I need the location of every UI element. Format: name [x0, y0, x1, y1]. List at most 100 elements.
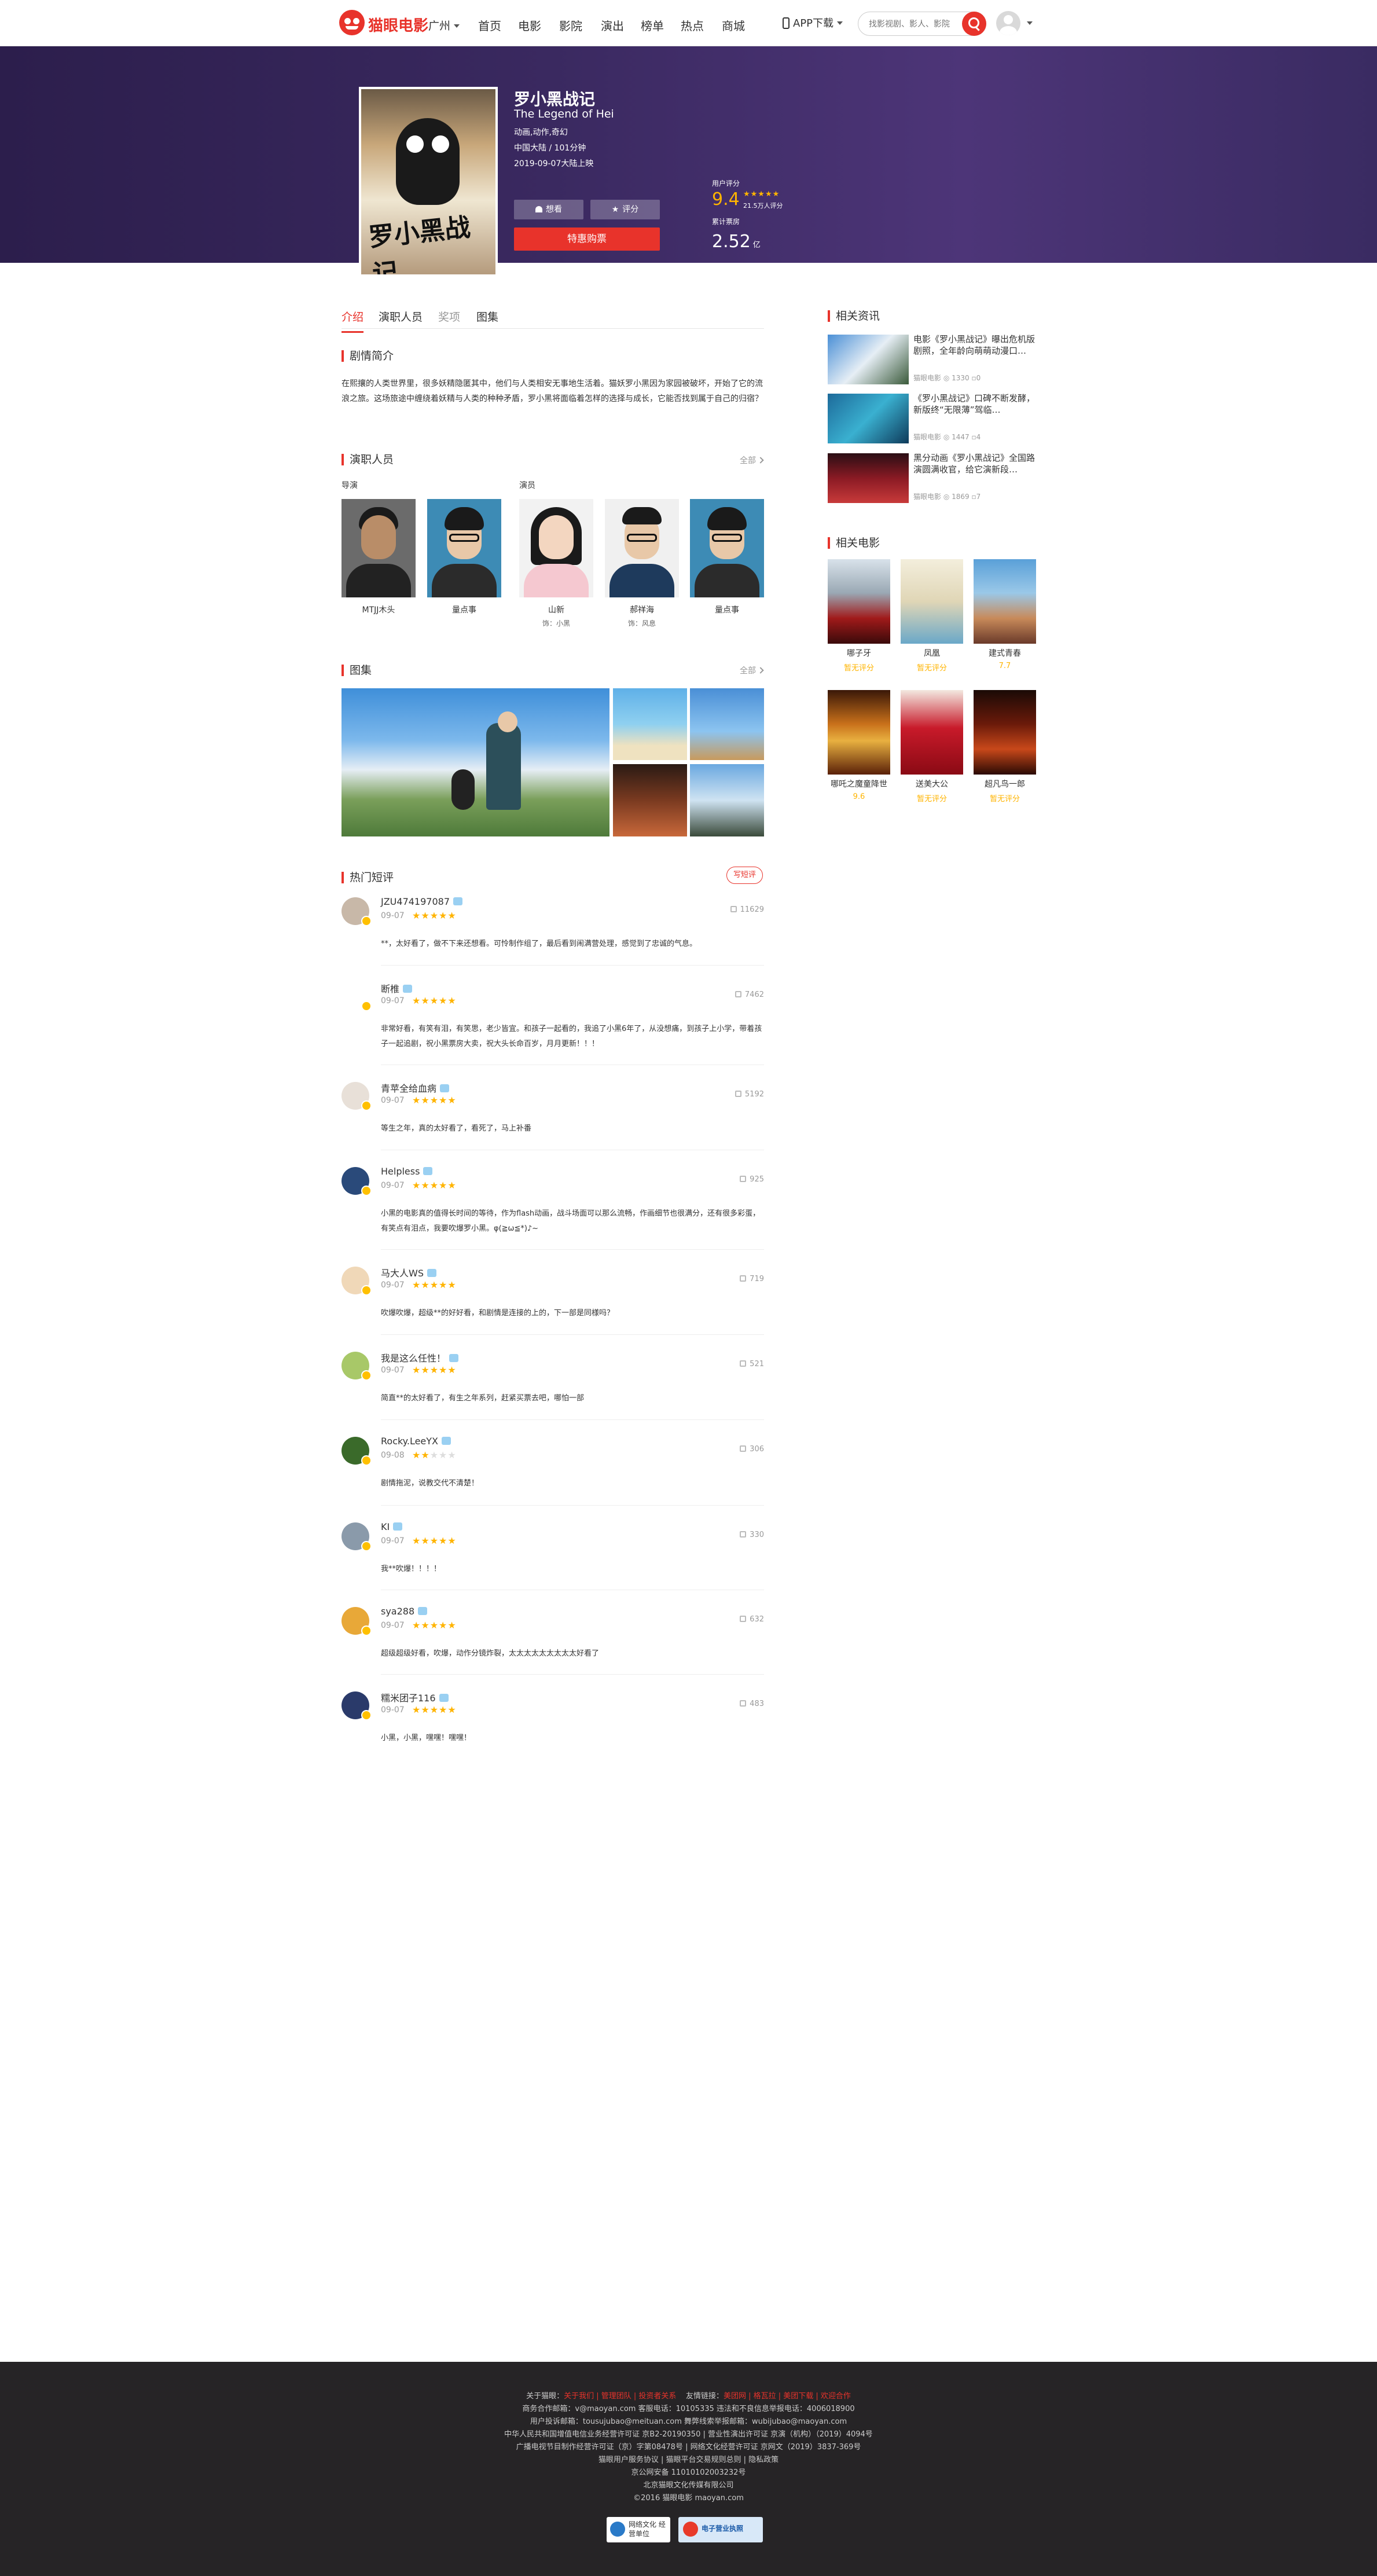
related-poster[interactable]	[974, 690, 1036, 775]
cast-photo[interactable]	[427, 499, 501, 597]
news-item[interactable]: 电影《罗小黑战记》曝出危机版剧照，全年龄向萌萌动漫口… 猫眼电影 ◎ 1330 …	[828, 333, 1037, 384]
movie-poster[interactable]: 罗小黑战记	[359, 87, 498, 277]
comment-like[interactable]: 719	[740, 1275, 764, 1283]
nav-home[interactable]: 首页	[478, 17, 501, 34]
rate-button[interactable]: ★ 评分	[590, 200, 660, 219]
comment-like[interactable]: 483	[740, 1700, 764, 1708]
news-title-text[interactable]: 《罗小黑战记》口碑不断发酵，新版终“无限薄”驾临…	[913, 392, 1037, 416]
movie-release: 2019-09-07大陆上映	[514, 159, 594, 168]
cast-name[interactable]: 山新	[519, 604, 593, 615]
cast-photo[interactable]	[690, 499, 764, 597]
related-poster[interactable]	[974, 559, 1036, 644]
cast-photo[interactable]	[342, 499, 416, 597]
cast-all-link[interactable]: 全部	[740, 454, 764, 466]
comment-like[interactable]: 925	[740, 1175, 764, 1184]
buy-ticket-button[interactable]: 特惠购票	[514, 227, 660, 251]
comment-nickname[interactable]: 马大人WS	[381, 1265, 436, 1279]
chevron-down-icon[interactable]	[1027, 21, 1033, 25]
search-icon[interactable]	[962, 12, 986, 36]
gallery-still[interactable]	[690, 688, 764, 760]
related-poster[interactable]	[828, 559, 890, 644]
cast-name[interactable]: 量点事	[690, 604, 764, 615]
comment-nickname[interactable]: 断椎	[381, 981, 413, 995]
footer-policy-links[interactable]: 猫眼用户服务协议 | 猫眼平台交易规则总则 | 隐私政策	[0, 2454, 1377, 2466]
comment-nickname[interactable]: Helpless	[381, 1166, 433, 1177]
user-avatar[interactable]	[996, 11, 1020, 35]
logo-text[interactable]: 猫眼电影	[368, 14, 428, 35]
news-item[interactable]: 《罗小黑战记》口碑不断发酵，新版终“无限薄”驾临… 猫眼电影 ◎ 1447 ▫4	[828, 392, 1037, 443]
comment-text: 我**吹爆！！！！	[381, 1565, 442, 1573]
tab-intro[interactable]: 介绍	[342, 309, 364, 333]
comment-stars: ★★★★★	[412, 1095, 457, 1106]
nav-shows[interactable]: 演出	[601, 17, 624, 34]
top-header: 猫眼电影 广州 首页 电影 影院 演出 榜单 热点 商城 APP下载	[0, 0, 1377, 46]
footer-line: 京公网安备 11010102003232号	[631, 2468, 746, 2477]
vip-icon	[453, 897, 463, 905]
business-license-badge[interactable]: 电子营业执照	[678, 2517, 763, 2542]
culture-license-badge[interactable]: 网络文化 经营单位	[607, 2517, 670, 2542]
news-thumbnail[interactable]	[828, 394, 909, 443]
comment-like[interactable]: 5192	[735, 1090, 764, 1099]
news-item[interactable]: 黑分动画《罗小黑战记》全国路演圆满收官，给它演新段… 猫眼电影 ◎ 1869 ▫…	[828, 453, 1037, 503]
user-level-badge	[361, 1541, 372, 1551]
comment-stars: ★★★★★	[412, 1364, 457, 1375]
search-input[interactable]	[869, 19, 956, 30]
wish-button[interactable]: 想看	[514, 200, 583, 219]
related-name[interactable]: 超凡鸟一郎	[974, 778, 1036, 790]
comment-nickname[interactable]: 我是这么任性！	[381, 1351, 459, 1364]
cast-name[interactable]: 量点事	[427, 604, 501, 615]
footer-about-links[interactable]: 关于我们 | 管理团队 | 投资者关系	[564, 2392, 676, 2401]
thumbs-up-icon	[735, 1091, 741, 1097]
gallery-still[interactable]	[690, 764, 764, 836]
comment-divider	[381, 1674, 764, 1675]
gallery-all-link[interactable]: 全部	[740, 665, 764, 676]
app-download[interactable]: APP下载	[783, 15, 843, 30]
cast-photo[interactable]	[605, 499, 679, 597]
news-title-text[interactable]: 黑分动画《罗小黑战记》全国路演圆满收官，给它演新段…	[913, 452, 1037, 475]
comment-stars: ★★★★★	[412, 1620, 457, 1631]
footer-friend-links[interactable]: 美团网 | 格瓦拉 | 美团下载 | 欢迎合作	[724, 2392, 851, 2401]
comment-like[interactable]: 330	[740, 1531, 764, 1539]
related-poster[interactable]	[828, 690, 890, 775]
cast-name[interactable]: MTJJ木头	[342, 604, 416, 615]
comment-nickname[interactable]: 糯米团子116	[381, 1690, 449, 1704]
news-thumbnail[interactable]	[828, 335, 909, 384]
movie-title: 罗小黑战记	[514, 90, 596, 109]
nav-movies[interactable]: 电影	[518, 17, 541, 34]
comment-like[interactable]: 632	[740, 1615, 764, 1624]
news-title-text[interactable]: 电影《罗小黑战记》曝出危机版剧照，全年龄向萌萌动漫口…	[913, 333, 1037, 357]
related-poster[interactable]	[901, 559, 963, 644]
nav-mall[interactable]: 商城	[722, 17, 745, 34]
comment-like[interactable]: 7462	[735, 990, 764, 999]
related-name[interactable]: 送美大公	[901, 778, 963, 790]
comment-stars: ★★★★★	[412, 1450, 457, 1461]
news-thumbnail[interactable]	[828, 453, 909, 503]
footer-line: 用户投诉邮箱：tousujubao@meituan.com 舞弊线索举报邮箱：w…	[530, 2417, 847, 2426]
nav-hot[interactable]: 热点	[681, 17, 704, 34]
maoyan-logo-icon[interactable]	[339, 10, 365, 35]
comment-nickname[interactable]: Rocky.LeeYX	[381, 1436, 451, 1447]
gallery-still[interactable]	[613, 688, 687, 760]
comment-nickname[interactable]: JZU474197087	[381, 896, 463, 907]
nav-rankings[interactable]: 榜单	[641, 17, 664, 34]
comment-nickname[interactable]: sya288	[381, 1606, 428, 1617]
related-name[interactable]: 哪吒之魔童降世	[828, 778, 890, 790]
comment-like[interactable]: 306	[740, 1445, 764, 1454]
comment-like[interactable]: 521	[740, 1360, 764, 1368]
city-selector[interactable]: 广州	[428, 17, 460, 33]
related-poster[interactable]	[901, 690, 963, 775]
comment-nickname[interactable]: KI	[381, 1521, 403, 1532]
cast-photo[interactable]	[519, 499, 593, 597]
nav-cinemas[interactable]: 影院	[559, 17, 582, 34]
gallery-still-main[interactable]	[342, 688, 609, 836]
comment-like[interactable]: 11629	[730, 905, 764, 914]
related-name[interactable]: 建式青春	[974, 647, 1036, 659]
comment-nickname[interactable]: 青苹全给血病	[381, 1081, 450, 1095]
related-name[interactable]: 凤凰	[901, 647, 963, 659]
related-name[interactable]: 哪子牙	[828, 647, 890, 659]
box-office-value: 2.52 亿	[712, 232, 761, 252]
comment-item: 我是这么任性！ 09-07 ★★★★★ 521 简直**的太好看了，有生之年系列，赶紧买…	[342, 1352, 764, 1433]
gallery-still[interactable]	[613, 764, 687, 836]
cast-name[interactable]: 郝祥海	[605, 604, 679, 615]
write-comment-button[interactable]: 写短评	[726, 867, 763, 884]
